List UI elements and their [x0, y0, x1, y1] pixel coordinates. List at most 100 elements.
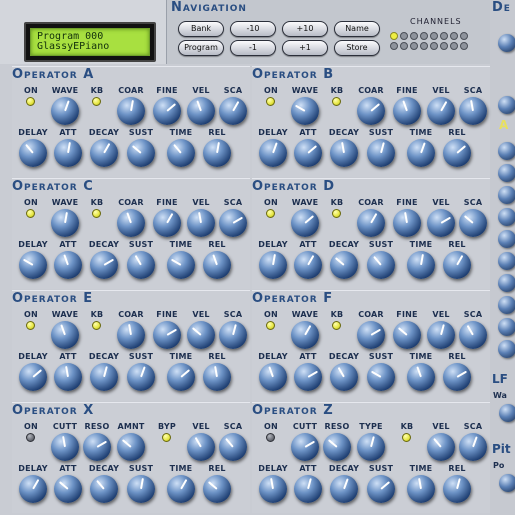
side-param-knob[interactable]	[498, 230, 515, 248]
name-button[interactable]: Name	[334, 21, 380, 37]
coar-knob[interactable]	[117, 209, 145, 237]
sca-knob[interactable]	[219, 321, 247, 349]
sust-knob[interactable]	[367, 139, 395, 167]
channel-13-dot[interactable]	[430, 42, 438, 50]
time-knob[interactable]	[167, 139, 195, 167]
side-knob-top[interactable]	[498, 34, 515, 52]
sust-knob[interactable]	[367, 475, 395, 503]
byp-led[interactable]	[162, 433, 171, 442]
wave-knob[interactable]	[291, 321, 319, 349]
channel-14-dot[interactable]	[440, 42, 448, 50]
att-knob[interactable]	[294, 139, 322, 167]
channel-8-dot[interactable]	[460, 32, 468, 40]
channel-11-dot[interactable]	[410, 42, 418, 50]
channel-10-dot[interactable]	[400, 42, 408, 50]
on-led[interactable]	[26, 97, 35, 106]
vel-knob[interactable]	[187, 321, 215, 349]
decay-knob[interactable]	[90, 363, 118, 391]
rel-knob[interactable]	[443, 139, 471, 167]
on-led[interactable]	[26, 433, 35, 442]
sust-knob[interactable]	[127, 475, 155, 503]
bank-button[interactable]: Bank	[178, 21, 224, 37]
channel-6-dot[interactable]	[440, 32, 448, 40]
sca-knob[interactable]	[219, 433, 247, 461]
cutt-knob[interactable]	[51, 433, 79, 461]
channel-5-dot[interactable]	[430, 32, 438, 40]
sca-knob[interactable]	[459, 433, 487, 461]
att-knob[interactable]	[54, 475, 82, 503]
on-led[interactable]	[266, 97, 275, 106]
type-knob[interactable]	[357, 433, 385, 461]
decay-knob[interactable]	[90, 139, 118, 167]
sust-knob[interactable]	[127, 251, 155, 279]
vel-knob[interactable]	[187, 209, 215, 237]
reso-knob[interactable]	[83, 433, 111, 461]
rel-knob[interactable]	[443, 363, 471, 391]
on-led[interactable]	[266, 321, 275, 330]
att-knob[interactable]	[54, 251, 82, 279]
side-knob-a[interactable]	[498, 96, 515, 114]
decay-knob[interactable]	[330, 251, 358, 279]
plus-10-button[interactable]: +10	[282, 21, 328, 37]
side-param-knob[interactable]	[498, 252, 515, 270]
rel-knob[interactable]	[203, 363, 231, 391]
side-param-knob[interactable]	[498, 318, 515, 336]
delay-knob[interactable]	[19, 139, 47, 167]
kb-led[interactable]	[402, 433, 411, 442]
vel-knob[interactable]	[427, 433, 455, 461]
kb-led[interactable]	[332, 321, 341, 330]
rel-knob[interactable]	[443, 475, 471, 503]
on-led[interactable]	[266, 209, 275, 218]
decay-knob[interactable]	[90, 251, 118, 279]
rel-knob[interactable]	[203, 475, 231, 503]
kb-led[interactable]	[332, 209, 341, 218]
side-param-knob[interactable]	[498, 186, 515, 204]
fine-knob[interactable]	[153, 321, 181, 349]
channel-12-dot[interactable]	[420, 42, 428, 50]
channel-1-dot[interactable]	[390, 32, 398, 40]
side-param-knob[interactable]	[498, 164, 515, 182]
sca-knob[interactable]	[459, 97, 487, 125]
vel-knob[interactable]	[427, 209, 455, 237]
plus-1-button[interactable]: +1	[282, 40, 328, 56]
time-knob[interactable]	[407, 475, 435, 503]
wave-knob[interactable]	[51, 97, 79, 125]
wave-knob[interactable]	[291, 209, 319, 237]
att-knob[interactable]	[294, 363, 322, 391]
sust-knob[interactable]	[127, 139, 155, 167]
side-param-knob[interactable]	[498, 340, 515, 358]
coar-knob[interactable]	[117, 97, 145, 125]
sca-knob[interactable]	[219, 209, 247, 237]
decay-knob[interactable]	[330, 475, 358, 503]
att-knob[interactable]	[54, 363, 82, 391]
delay-knob[interactable]	[259, 363, 287, 391]
side-param-knob[interactable]	[498, 142, 515, 160]
reso-knob[interactable]	[323, 433, 351, 461]
decay-knob[interactable]	[330, 363, 358, 391]
time-knob[interactable]	[167, 251, 195, 279]
sca-knob[interactable]	[459, 321, 487, 349]
sca-knob[interactable]	[459, 209, 487, 237]
program-button[interactable]: Program	[178, 40, 224, 56]
channel-4-dot[interactable]	[420, 32, 428, 40]
sust-knob[interactable]	[367, 251, 395, 279]
time-knob[interactable]	[407, 139, 435, 167]
sust-knob[interactable]	[127, 363, 155, 391]
decay-knob[interactable]	[330, 139, 358, 167]
amnt-knob[interactable]	[117, 433, 145, 461]
time-knob[interactable]	[167, 363, 195, 391]
time-knob[interactable]	[167, 475, 195, 503]
fine-knob[interactable]	[393, 97, 421, 125]
fine-knob[interactable]	[153, 97, 181, 125]
kb-led[interactable]	[92, 321, 101, 330]
kb-led[interactable]	[92, 209, 101, 218]
minus-10-button[interactable]: -10	[230, 21, 276, 37]
kb-led[interactable]	[92, 97, 101, 106]
channel-3-dot[interactable]	[410, 32, 418, 40]
vel-knob[interactable]	[187, 433, 215, 461]
delay-knob[interactable]	[259, 251, 287, 279]
rel-knob[interactable]	[443, 251, 471, 279]
fine-knob[interactable]	[393, 209, 421, 237]
fine-knob[interactable]	[393, 321, 421, 349]
pitch-knob[interactable]	[499, 474, 515, 492]
